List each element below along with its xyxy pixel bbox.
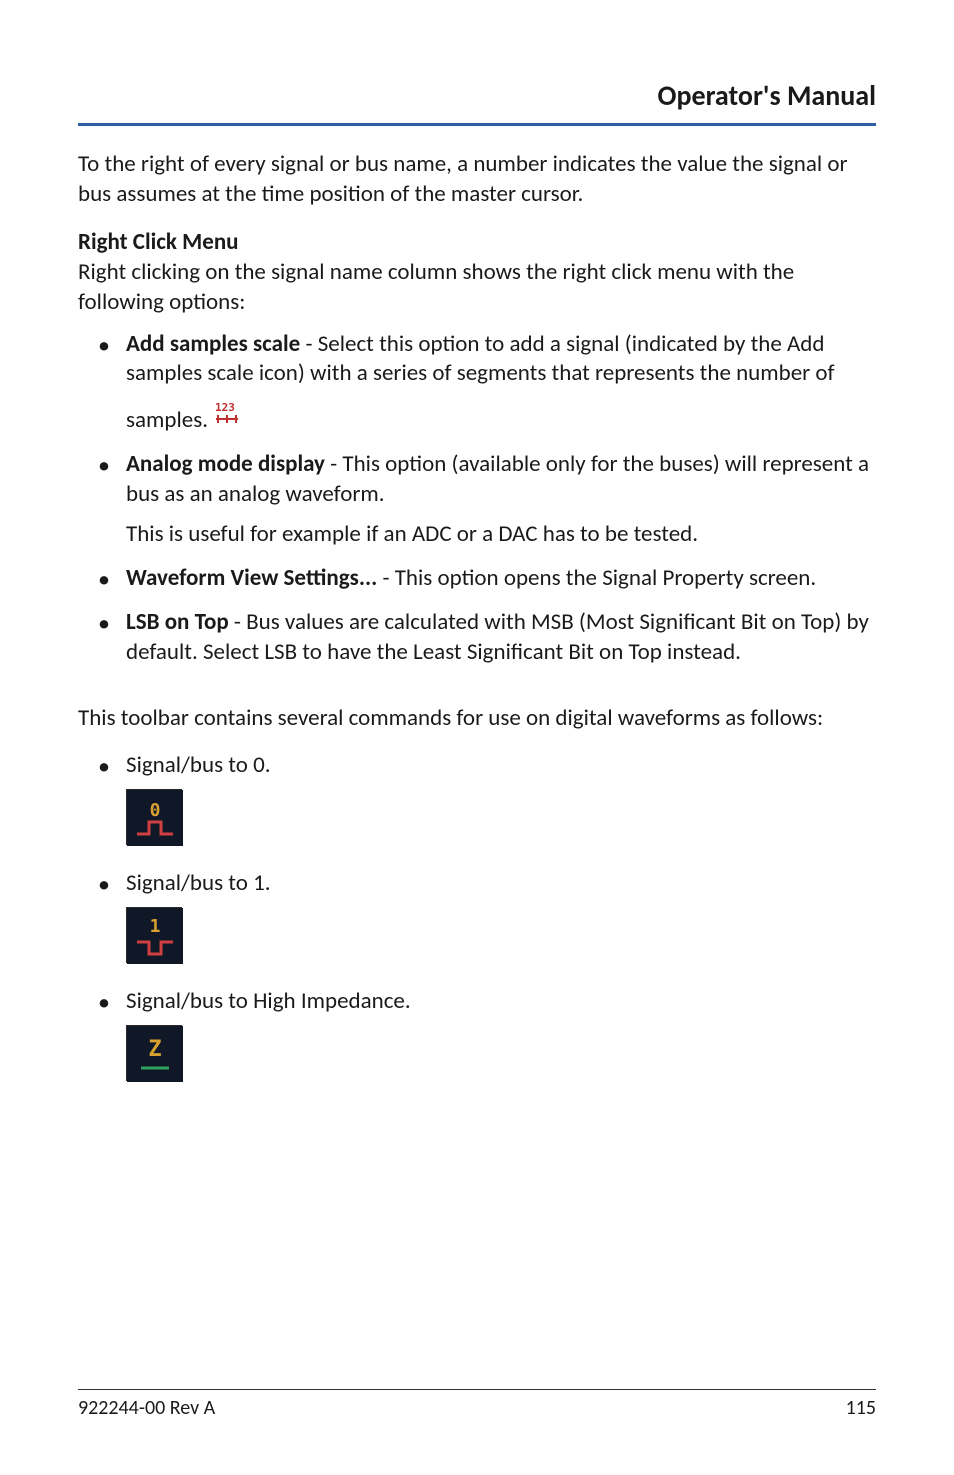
list-item: Add samples scale - Select this option t…: [126, 330, 876, 437]
right-click-lead: Right clicking on the signal name column…: [78, 258, 876, 318]
page-footer: 922244-00 Rev A 115: [78, 1389, 876, 1420]
list-item: Signal/bus to 0. 0: [126, 751, 876, 855]
svg-text:1: 1: [150, 916, 161, 937]
list-item: Waveform View Settings... - This option …: [126, 564, 876, 594]
list-item: LSB on Top - Bus values are calculated w…: [126, 608, 876, 668]
right-click-menu-list: Add samples scale - Select this option t…: [78, 330, 876, 668]
footer-rule: [78, 1389, 876, 1390]
option-name: LSB on Top: [126, 608, 229, 636]
footer-page-number: 115: [846, 1396, 876, 1420]
signal-to-high-impedance-icon: Z: [126, 1025, 182, 1081]
signal-to-one-icon: 1: [126, 907, 182, 963]
toolbar-item-label: Signal/bus to High Impedance.: [126, 987, 411, 1015]
section-heading-right-click: Right Click Menu: [78, 228, 876, 256]
list-item: Analog mode display - This option (avail…: [126, 450, 876, 550]
toolbar-item-label: Signal/bus to 1.: [126, 869, 271, 897]
option-desc: - Bus values are calculated with MSB (Mo…: [126, 608, 869, 666]
option-name: Add samples scale: [126, 330, 300, 358]
page-title: Operator's Manual: [78, 78, 876, 113]
option-name: Analog mode display: [126, 450, 325, 478]
option-subtext: This is useful for example if an ADC or …: [126, 520, 876, 550]
toolbar-item-label: Signal/bus to 0.: [126, 751, 271, 779]
add-samples-scale-icon: 123: [213, 399, 241, 436]
option-name: Waveform View Settings...: [126, 564, 377, 592]
toolbar-lead: This toolbar contains several commands f…: [78, 704, 876, 734]
signal-to-zero-icon: 0: [126, 789, 182, 845]
toolbar-list: Signal/bus to 0. 0 Signal/bus to 1. 1: [78, 751, 876, 1090]
footer-doc-id: 922244-00 Rev A: [78, 1396, 215, 1420]
list-item: Signal/bus to 1. 1: [126, 869, 876, 973]
svg-text:0: 0: [150, 800, 161, 821]
header-rule: [78, 123, 876, 126]
page: Operator's Manual To the right of every …: [0, 0, 954, 1475]
option-desc: - This option opens the Signal Property …: [377, 564, 816, 592]
intro-paragraph: To the right of every signal or bus name…: [78, 150, 876, 210]
list-item: Signal/bus to High Impedance. Z: [126, 987, 876, 1091]
svg-text:Z: Z: [148, 1037, 161, 1062]
svg-text:123: 123: [215, 401, 235, 414]
